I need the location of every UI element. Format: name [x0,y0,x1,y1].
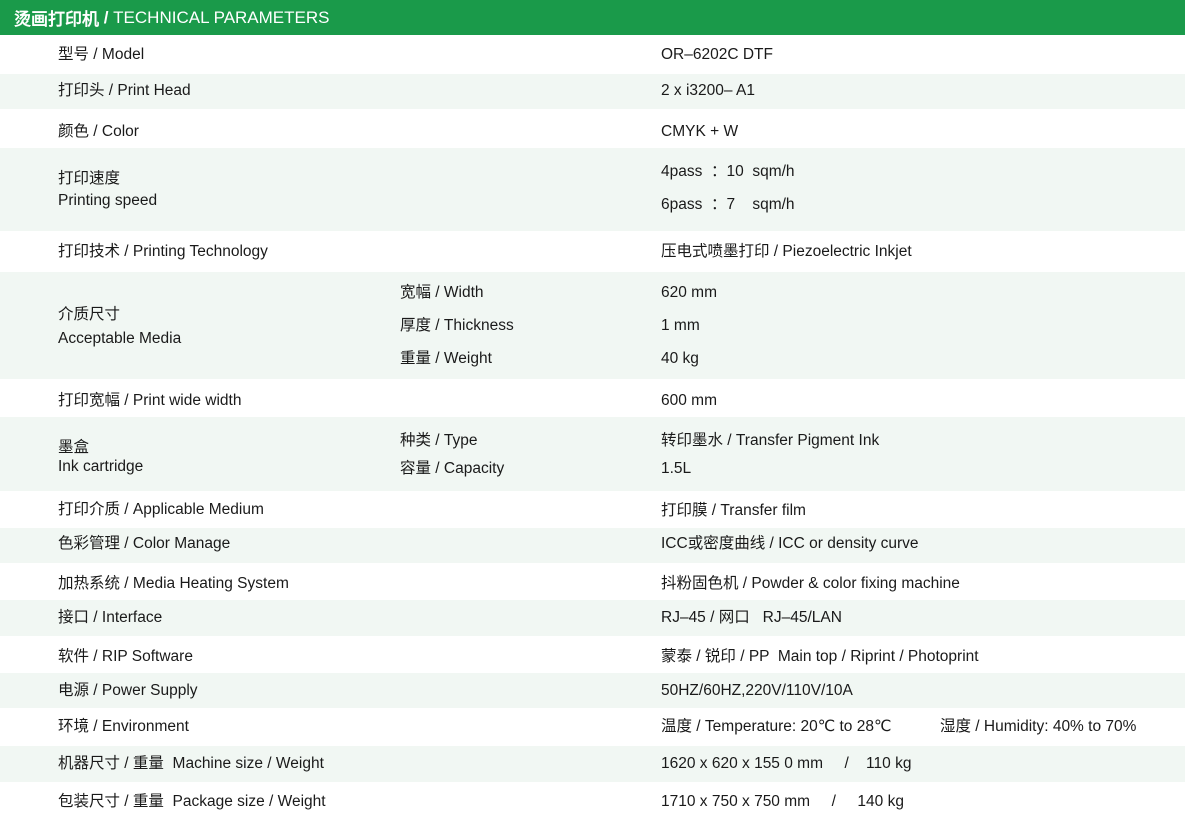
sub-label-width: 宽幅 / Width [400,284,484,301]
table-row-environment: 环境 / Environment 温度 / Temperature: 20℃ t… [0,708,1185,746]
row-label: 打印技术 / Printing Technology [58,243,268,260]
row-value: 1710 x 750 x 750 mm / 140 kg [661,793,904,810]
row-label-en: Ink cartridge [58,458,144,475]
table-row-printing-speed: 打印速度 Printing speed 4pass ：10 sqm/h 6pas… [0,148,1185,231]
row-value: 600 mm [661,392,717,409]
row-label: 机器尺寸 / 重量 Machine size / Weight [58,755,324,772]
table-row-acceptable-media: 介质尺寸 Acceptable Media 宽幅 / Width 620 mm … [0,272,1185,379]
sub-value-weight: 40 kg [661,350,699,367]
row-label: 色彩管理 / Color Manage [58,535,231,552]
row-value-humidity: 湿度 / Humidity: 40% to 70% [940,718,1137,735]
row-value: 抖粉固色机 / Powder & color fixing machine [661,575,960,592]
row-label: 环境 / Environment [58,718,189,735]
sub-label-capacity: 容量 / Capacity [400,460,505,477]
row-label-en: Printing speed [58,192,158,209]
sub-value-width: 620 mm [661,284,717,301]
row-label: 电源 / Power Supply [58,682,198,699]
sub-value-type: 转印墨水 / Transfer Pigment Ink [661,432,880,449]
row-value: 1620 x 620 x 155 0 mm / 110 kg [661,755,912,772]
row-label-cn: 打印速度 [58,170,121,187]
table-row-print-head: 打印头 / Print Head 2 x i3200– A1 [0,74,1185,109]
row-value: CMYK + W [661,123,739,140]
row-label: 打印头 / Print Head [58,82,191,99]
row-label: 包装尺寸 / 重量 Package size / Weight [58,793,326,810]
row-value-6pass: 6pass ：7 sqm/h [661,196,795,213]
row-value: OR–6202C DTF [661,46,773,63]
table-row-software: 软件 / RIP Software 蒙泰 / 锐印 / PP Main top … [0,636,1185,673]
row-value: 蒙泰 / 锐印 / PP Main top / Riprint / Photop… [661,648,979,665]
row-label: 加热系统 / Media Heating System [58,575,289,592]
table-row-ink-cartridge: 墨盒 Ink cartridge 种类 / Type 转印墨水 / Transf… [0,417,1185,491]
sub-label-weight: 重量 / Weight [400,350,492,367]
table-header: 烫画打印机 / TECHNICAL PARAMETERS [0,0,1185,35]
table-row-color: 颜色 / Color CMYK + W [0,109,1185,148]
row-label-cn: 介质尺寸 [58,306,121,323]
row-label-cn: 墨盒 [58,439,90,456]
table-row-interface: 接口 / Interface RJ–45 / 网口 RJ–45/LAN [0,600,1185,636]
row-value-temperature: 温度 / Temperature: 20℃ to 28℃ [661,718,892,735]
table-row-printing-technology: 打印技术 / Printing Technology 压电式喷墨打印 / Pie… [0,231,1185,272]
row-label: 颜色 / Color [58,123,139,140]
row-label-en: Acceptable Media [58,330,182,347]
row-value: RJ–45 / 网口 RJ–45/LAN [661,609,842,626]
row-label: 型号 / Model [58,46,145,63]
header-title-cn: 烫画打印机 [14,10,99,29]
header-title-en: TECHNICAL PARAMETERS [113,7,330,27]
table-row-machine-size: 机器尺寸 / 重量 Machine size / Weight 1620 x 6… [0,746,1185,782]
row-value: 压电式喷墨打印 / Piezoelectric Inkjet [661,243,912,260]
row-value: ICC或密度曲线 / ICC or density curve [661,535,919,552]
spec-table: 型号 / Model OR–6202C DTF 打印头 / Print Head… [0,35,1185,822]
row-value: 50HZ/60HZ,220V/110V/10A [661,682,853,699]
table-row-print-width: 打印宽幅 / Print wide width 600 mm [0,379,1185,417]
table-row-heating-system: 加热系统 / Media Heating System 抖粉固色机 / Powd… [0,563,1185,600]
row-label: 打印介质 / Applicable Medium [58,501,264,518]
sub-label-thickness: 厚度 / Thickness [400,317,514,334]
row-label: 软件 / RIP Software [58,648,193,665]
table-row-model: 型号 / Model OR–6202C DTF [0,35,1185,74]
table-row-color-manage: 色彩管理 / Color Manage ICC或密度曲线 / ICC or de… [0,528,1185,563]
sub-label-type: 种类 / Type [400,432,478,449]
sub-value-capacity: 1.5L [661,460,692,477]
row-label: 接口 / Interface [58,609,163,626]
header-separator: / [99,7,114,27]
row-value-4pass: 4pass ：10 sqm/h [661,163,795,180]
row-value: 打印膜 / Transfer film [661,502,806,519]
row-value: 2 x i3200– A1 [661,82,755,99]
row-label: 打印宽幅 / Print wide width [58,392,242,409]
sub-value-thickness: 1 mm [661,317,700,334]
table-row-package-size: 包装尺寸 / 重量 Package size / Weight 1710 x 7… [0,782,1185,822]
table-row-power-supply: 电源 / Power Supply 50HZ/60HZ,220V/110V/10… [0,673,1185,708]
table-row-applicable-medium: 打印介质 / Applicable Medium 打印膜 / Transfer … [0,491,1185,528]
